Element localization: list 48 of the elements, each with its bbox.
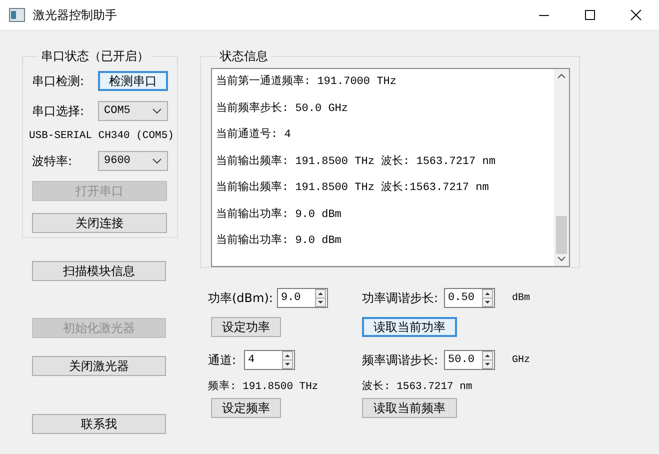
stepper-arrows-icon[interactable] — [282, 351, 294, 369]
app-icon — [9, 8, 25, 22]
group-title: 状态信息 — [219, 48, 269, 65]
group-title: 串口状态（已开启） — [40, 48, 150, 65]
status-line: 当前频率步长: 50.0 GHz — [216, 100, 350, 116]
scroll-down-icon[interactable] — [557, 256, 566, 262]
button[interactable]: 扫描模块信息 — [32, 261, 166, 281]
button[interactable]: 设定频率 — [211, 398, 281, 418]
button[interactable]: 关闭激光器 — [32, 356, 166, 376]
status-line: 当前输出功率: 9.0 dBm — [216, 206, 342, 222]
chevron-down-icon — [152, 108, 162, 114]
label: 波特率: — [32, 152, 72, 170]
stepper-arrows-icon[interactable] — [314, 289, 326, 307]
spin-box[interactable]: 4 — [244, 350, 296, 370]
label: 功率调谐步长: — [362, 290, 438, 306]
unit-label: GHz — [512, 354, 530, 366]
spin-box[interactable]: 0.50 — [444, 288, 496, 308]
frequency-readout: 频率: 191.8500 THz — [208, 379, 318, 393]
spin-box[interactable]: 9.0 — [276, 288, 328, 308]
label: 功率(dBm): — [208, 290, 273, 306]
scroll-up-icon[interactable] — [557, 73, 566, 79]
unit-label: dBm — [512, 292, 530, 304]
label: 通道: — [208, 352, 236, 368]
status-line: 当前第一通道频率: 191.7000 THz — [216, 74, 398, 90]
scrollbar[interactable] — [554, 69, 569, 266]
label: 频率调谐步长: — [362, 352, 438, 368]
chevron-down-icon — [152, 158, 162, 164]
dropdown[interactable]: COM5 — [98, 101, 168, 121]
status-line: 当前通道号: 4 — [216, 126, 292, 143]
button[interactable]: 检测串口 — [98, 71, 168, 91]
wavelength-readout: 波长: 1563.7217 nm — [362, 379, 472, 393]
button[interactable]: 关闭连接 — [32, 213, 167, 233]
device-name: USB-SERIAL CH340 (COM5) — [29, 130, 175, 144]
status-line: 当前输出频率: 191.8500 THz 波长:1563.7217 nm — [216, 180, 490, 196]
stepper-arrows-icon[interactable] — [482, 289, 494, 307]
label: 串口检测: — [32, 72, 84, 90]
label: 串口选择: — [32, 102, 84, 120]
status-line: 当前输出频率: 191.8500 THz 波长: 1563.7217 nm — [216, 154, 496, 170]
button[interactable]: 读取当前功率 — [362, 317, 457, 337]
button[interactable]: 读取当前频率 — [362, 398, 457, 418]
button[interactable]: 联系我 — [32, 414, 166, 434]
stepper-arrows-icon[interactable] — [482, 351, 494, 369]
dropdown[interactable]: 9600 — [98, 151, 168, 171]
window-title: 激光器控制助手 — [33, 6, 117, 24]
status-line: 当前输出功率: 9.0 dBm — [216, 232, 342, 249]
spin-box[interactable]: 50.0 — [444, 350, 496, 370]
scrollbar-thumb[interactable] — [556, 216, 567, 254]
button[interactable]: 设定功率 — [211, 317, 281, 337]
